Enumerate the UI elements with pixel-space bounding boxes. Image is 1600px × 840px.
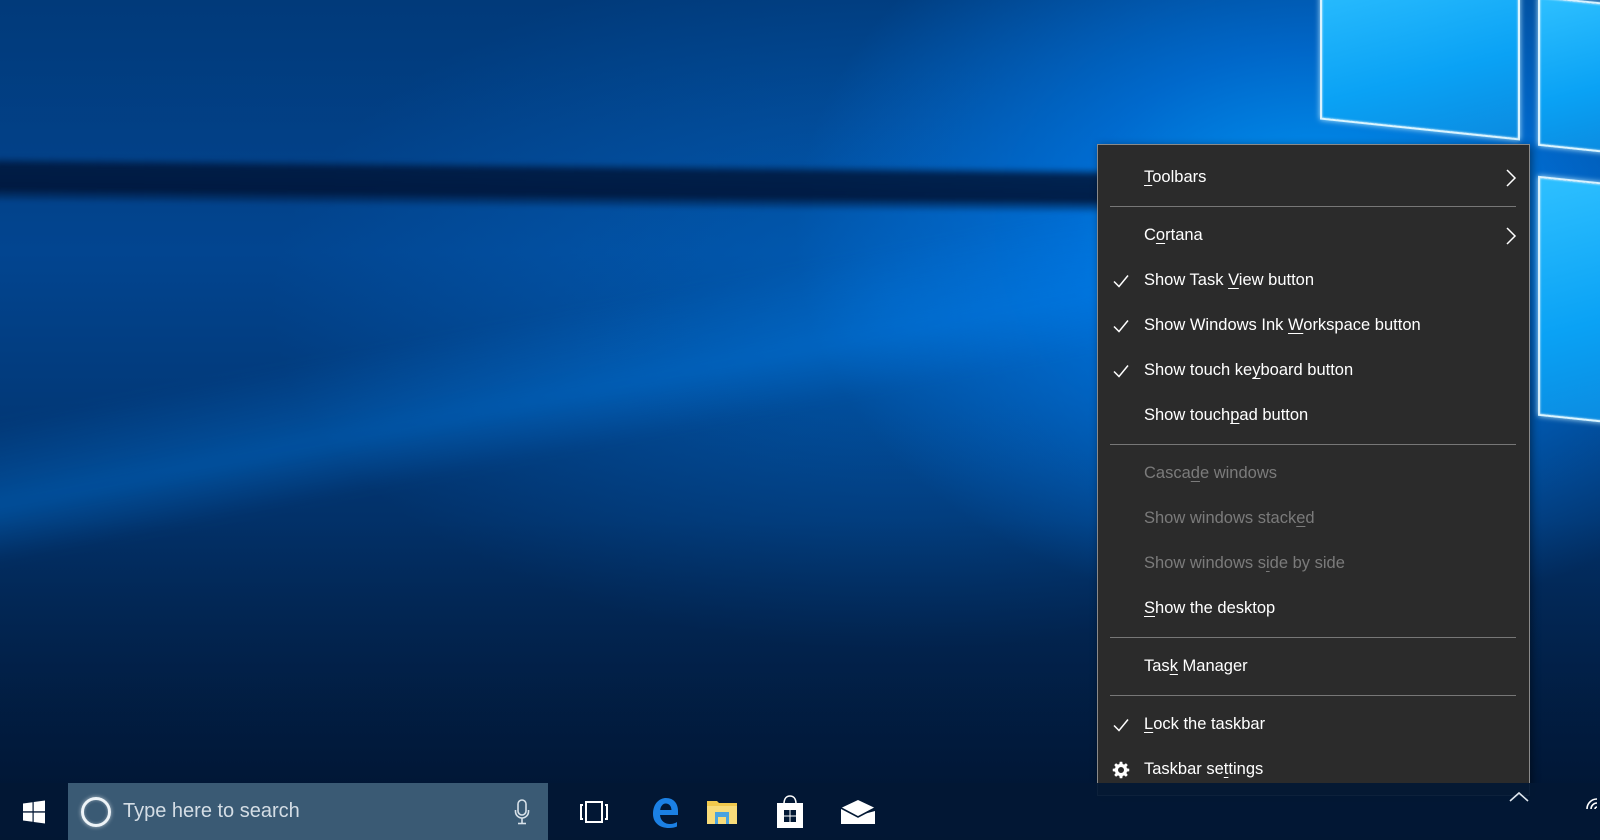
menu-item-label: Show Task View button (1144, 271, 1314, 290)
label-text: orkspace button (1303, 316, 1421, 334)
menu-item-cortana[interactable]: Cortana (1098, 213, 1529, 258)
menu-item-show-touchpad-button[interactable]: Show touchpad button (1098, 393, 1529, 438)
chevron-right-icon (1505, 226, 1517, 246)
menu-item-label: Taskbar settings (1144, 760, 1263, 779)
start-button[interactable] (0, 783, 68, 840)
wallpaper-shadow-band (0, 156, 1121, 214)
search-box[interactable]: Type here to search (68, 783, 548, 840)
checkmark-icon (1112, 317, 1130, 335)
label-text: d (1305, 509, 1315, 527)
wifi-icon[interactable] (1585, 793, 1600, 811)
label-text: Taskbar se (1144, 760, 1224, 778)
menu-item-show-windows-side-by-side: Show windows side by side (1098, 541, 1529, 586)
label-text: Show windows stack (1144, 509, 1297, 527)
menu-item-label: Show windows side by side (1144, 554, 1345, 573)
menu-item-label: Toolbars (1144, 168, 1206, 187)
accelerator-key: V (1228, 271, 1239, 289)
label-text: e windows (1199, 464, 1278, 482)
file-explorer-icon (707, 800, 737, 824)
menu-item-task-manager[interactable]: Task Manager (1098, 644, 1529, 689)
menu-item-show-windows-ink-workspace-button[interactable]: Show Windows Ink Workspace button (1098, 303, 1529, 348)
accelerator-key: d (1190, 464, 1200, 482)
mail-button[interactable] (824, 783, 892, 840)
label-text: Show touch ke (1144, 361, 1253, 379)
label-text: de by side (1269, 554, 1345, 572)
gear-icon (1112, 761, 1130, 779)
label-text: Show windows s (1144, 554, 1266, 572)
label-text: Show touch (1144, 406, 1231, 424)
label-text: Tas (1144, 657, 1170, 675)
label-text: Show Windows Ink (1144, 316, 1288, 334)
menu-separator (1110, 695, 1516, 696)
store-icon (777, 794, 803, 828)
accelerator-key: S (1144, 599, 1156, 617)
microphone-icon[interactable] (514, 798, 530, 826)
label-text: ock the taskbar (1153, 715, 1266, 733)
menu-separator (1110, 637, 1516, 638)
menu-item-label: Show touch keyboard button (1144, 361, 1353, 380)
mail-icon (840, 799, 876, 824)
accelerator-key: k (1169, 657, 1178, 675)
search-input[interactable]: Type here to search (123, 800, 300, 823)
label-text: tings (1228, 760, 1264, 778)
label-text: board button (1260, 361, 1354, 379)
store-button[interactable] (756, 783, 824, 840)
label-text: ad button (1239, 406, 1309, 424)
menu-item-show-task-view-button[interactable]: Show Task View button (1098, 258, 1529, 303)
cortana-ring-icon[interactable] (81, 797, 111, 827)
label-text: Casca (1144, 464, 1191, 482)
chevron-right-icon (1505, 168, 1517, 188)
logo-pane (1538, 0, 1600, 155)
menu-item-lock-the-taskbar[interactable]: Lock the taskbar (1098, 702, 1529, 747)
menu-item-label: Show the desktop (1144, 599, 1275, 618)
chevron-up-icon[interactable] (1508, 789, 1530, 803)
edge-icon (653, 797, 678, 828)
menu-item-label: Cortana (1144, 226, 1203, 245)
checkmark-icon (1112, 272, 1130, 290)
label-text: rtana (1165, 226, 1203, 244)
menu-item-label: Show touchpad button (1144, 406, 1308, 425)
menu-item-label: Show windows stacked (1144, 509, 1315, 528)
menu-separator (1110, 206, 1516, 207)
menu-item-label: Task Manager (1144, 657, 1248, 676)
label-text: iew button (1238, 271, 1315, 289)
windows-logo-icon (23, 800, 45, 823)
accelerator-key: T (1144, 168, 1153, 186)
logo-pane (1538, 175, 1600, 425)
file-explorer-button[interactable] (688, 783, 756, 840)
wallpaper-light-beam (0, 201, 1155, 568)
menu-item-toolbars[interactable]: Toolbars (1098, 155, 1529, 200)
checkmark-icon (1112, 716, 1130, 734)
menu-item-label: Show Windows Ink Workspace button (1144, 316, 1421, 335)
taskbar-context-menu: Toolbars Cortana Show Task View button Show… (1097, 144, 1530, 796)
label-text: oolbars (1152, 168, 1207, 186)
menu-separator (1110, 444, 1516, 445)
accelerator-key: W (1287, 316, 1304, 334)
accelerator-key: o (1155, 226, 1166, 244)
menu-item-cascade-windows: Cascade windows (1098, 451, 1529, 496)
menu-item-show-the-desktop[interactable]: Show the desktop (1098, 586, 1529, 631)
menu-item-show-windows-stacked: Show windows stacked (1098, 496, 1529, 541)
label-text: how the desktop (1155, 599, 1276, 617)
label-text: C (1144, 226, 1156, 244)
logo-pane (1320, 0, 1520, 141)
label-text: Show Task (1144, 271, 1229, 289)
label-text: Manager (1177, 657, 1248, 675)
taskbar: Type here to search (0, 783, 1600, 840)
task-view-icon (580, 800, 608, 823)
accelerator-key: L (1144, 715, 1154, 733)
task-view-button[interactable] (560, 783, 628, 840)
menu-item-label: Lock the taskbar (1144, 715, 1265, 734)
menu-item-label: Cascade windows (1144, 464, 1277, 483)
menu-item-show-touch-keyboard-button[interactable]: Show touch keyboard button (1098, 348, 1529, 393)
checkmark-icon (1112, 362, 1130, 380)
